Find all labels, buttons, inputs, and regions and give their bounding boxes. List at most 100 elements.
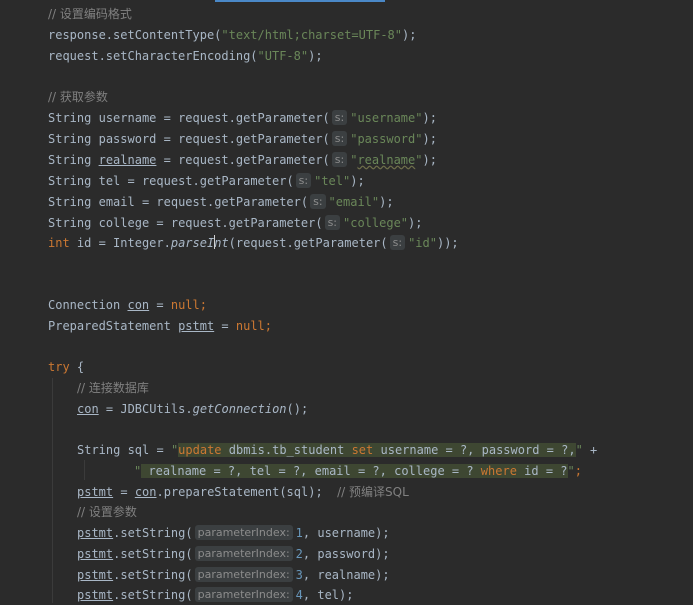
code-text: ); xyxy=(379,195,394,209)
code-text: + xyxy=(582,443,598,457)
parameter-hint: s: xyxy=(331,131,348,146)
variable: id xyxy=(76,236,92,250)
string-literal: "tel" xyxy=(314,174,351,188)
code-text: .setString( xyxy=(113,547,193,561)
type-name: PreparedStatement xyxy=(48,319,171,333)
type-name: String xyxy=(77,443,121,457)
type-name: Connection xyxy=(48,298,121,312)
code-comment: // 预编译SQL xyxy=(337,485,409,499)
code-text: (request.getParameter( xyxy=(228,236,388,250)
method-name: parseI xyxy=(170,236,215,250)
parameter-hint: parameterIndex: xyxy=(194,567,293,582)
number-literal: 4 xyxy=(295,588,303,602)
string-literal: "id" xyxy=(408,236,437,250)
variable: college xyxy=(98,216,150,230)
number-literal: 1 xyxy=(295,526,303,540)
variable: tel xyxy=(98,174,121,188)
string-literal: "email" xyxy=(328,195,380,209)
code-text: ; xyxy=(574,464,582,478)
string-literal: "username" xyxy=(350,111,423,125)
type-name: String xyxy=(48,195,92,209)
code-comment: // 获取参数 xyxy=(48,90,108,104)
parameter-hint: s: xyxy=(310,194,326,209)
code-comment: // 设置编码格式 xyxy=(48,7,132,21)
parameter-hint: s: xyxy=(324,215,340,230)
code-text: = request.getParameter( xyxy=(120,174,294,188)
code-line-comment-set-params: // 设置参数 xyxy=(77,502,137,522)
string-literal: " xyxy=(575,443,583,457)
code-line-set-string-3: pstmt.setString(parameterIndex: 3, realna… xyxy=(77,565,390,585)
variable: password xyxy=(98,132,157,146)
code-line-comment-encoding: // 设置编码格式 xyxy=(48,4,132,24)
code-text: request.setCharacterEncoding( xyxy=(48,49,258,63)
keyword: null xyxy=(170,298,200,312)
code-line-email: String email = request.getParameter(s: "e… xyxy=(48,192,394,212)
variable: pstmt xyxy=(77,588,114,602)
sql-text: username = ?, password = ?, xyxy=(373,443,576,457)
type-name: String xyxy=(48,153,92,167)
code-editor[interactable]: // 设置编码格式 response.setContentType("text/… xyxy=(0,0,693,603)
string-literal: " xyxy=(567,464,575,478)
code-text: = JDBCUtils. xyxy=(98,402,193,416)
parameter-hint: s: xyxy=(389,235,406,250)
parameter-hint: parameterIndex: xyxy=(194,587,293,602)
string-literal: "college" xyxy=(343,216,409,230)
code-line-username: String username = request.getParameter(s… xyxy=(48,108,437,128)
method-name: getConnection xyxy=(192,402,287,416)
variable: con xyxy=(134,485,157,499)
code-text: .prepareStatement(sql); xyxy=(156,485,323,499)
code-text: = Integer. xyxy=(91,236,171,250)
type-name: String xyxy=(48,132,92,146)
code-line-set-string-4: pstmt.setString(parameterIndex: 4, tel); xyxy=(77,585,353,605)
code-line-set-char-encoding: request.setCharacterEncoding("UTF-8"); xyxy=(48,46,323,66)
code-line-prepared-statement: PreparedStatement pstmt = null; xyxy=(48,316,272,336)
code-line-try: try { xyxy=(48,357,84,377)
number-literal: 3 xyxy=(295,568,303,582)
code-text: ); xyxy=(350,174,365,188)
code-text: ); xyxy=(422,153,437,167)
variable: pstmt xyxy=(77,485,114,499)
code-text: ); xyxy=(402,28,417,42)
code-text: .setString( xyxy=(113,568,193,582)
code-text: ; xyxy=(264,319,273,333)
indent-guide xyxy=(84,460,85,480)
code-line-sql-2: " realname = ?, tel = ?, email = ?, coll… xyxy=(134,461,582,481)
code-line-tel: String tel = request.getParameter(s: "tel… xyxy=(48,171,365,191)
code-line-sql-1: String sql = " update dbmis.tb_student se… xyxy=(77,440,597,460)
code-line-set-string-2: pstmt.setString(parameterIndex: 2, passwo… xyxy=(77,544,390,564)
parameter-hint: parameterIndex: xyxy=(194,546,293,561)
code-text: .setString( xyxy=(113,588,193,602)
code-line-password: String password = request.getParameter(s… xyxy=(48,129,437,149)
parameter-hint: s: xyxy=(331,110,348,125)
type-name: String xyxy=(48,216,92,230)
code-line-prepare-statement: pstmt = con.prepareStatement(sql); // 预编… xyxy=(77,482,409,502)
variable: con xyxy=(127,298,150,312)
number-literal: 2 xyxy=(295,547,303,561)
parameter-hint: parameterIndex: xyxy=(194,525,293,540)
code-line-comment-get-params: // 获取参数 xyxy=(48,87,108,107)
code-line-realname: String realname = request.getParameter(s… xyxy=(48,150,437,170)
variable: pstmt xyxy=(77,547,114,561)
code-text: , realname); xyxy=(302,568,390,582)
code-text: sql = xyxy=(120,443,171,457)
type-name: String xyxy=(48,174,92,188)
indent-guide xyxy=(52,378,53,603)
code-text: = request.getParameter( xyxy=(149,216,323,230)
string-literal: "text/html;charset=UTF-8" xyxy=(221,28,403,42)
code-line-set-string-1: pstmt.setString(parameterIndex: 1, userna… xyxy=(77,523,390,543)
variable: pstmt xyxy=(178,319,215,333)
parameter-hint: s: xyxy=(331,152,348,167)
variable: pstmt xyxy=(77,526,114,540)
keyword: int xyxy=(48,236,70,250)
code-text: , username); xyxy=(302,526,390,540)
code-text: ); xyxy=(408,216,423,230)
variable: username xyxy=(98,111,157,125)
string-literal: "UTF-8" xyxy=(257,49,309,63)
code-text: ); xyxy=(308,49,323,63)
code-text: ); xyxy=(422,132,437,146)
code-text: )); xyxy=(436,236,459,250)
variable: email xyxy=(98,195,135,209)
keyword: try xyxy=(48,360,70,374)
sql-text: id = ? xyxy=(516,464,568,478)
code-text: ); xyxy=(422,111,437,125)
